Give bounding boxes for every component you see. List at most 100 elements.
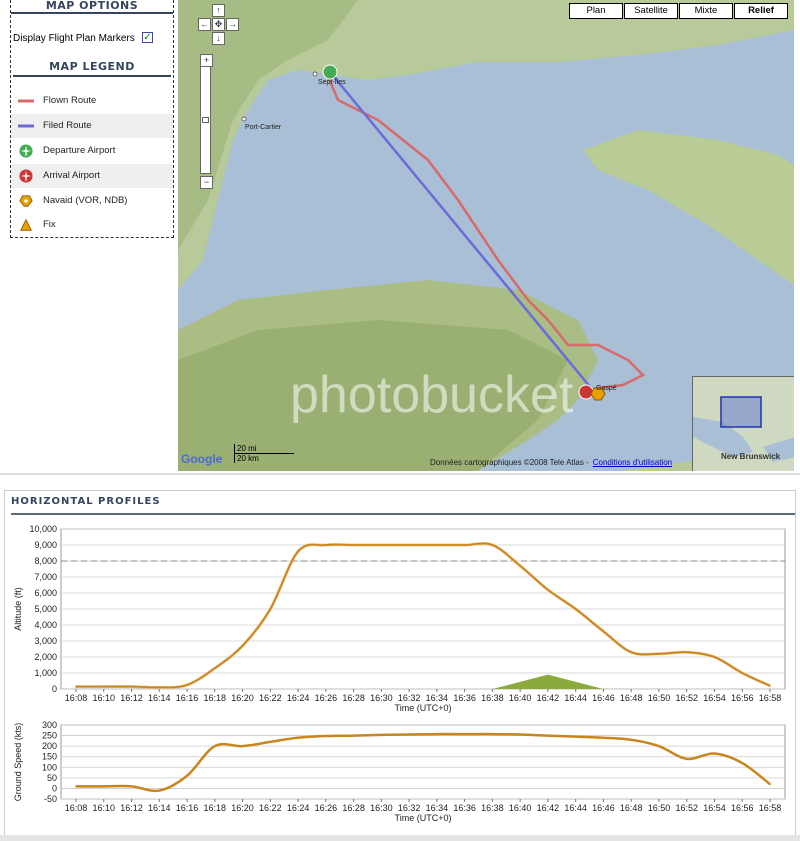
zoom-slider[interactable] <box>200 66 211 174</box>
y-axis-label: Ground Speed (kts) <box>13 723 23 802</box>
arrival-marker[interactable] <box>578 384 594 400</box>
zoom-slider-handle[interactable] <box>202 117 209 123</box>
navaid-icon <box>19 195 33 207</box>
x-tick-label: 16:42 <box>537 803 560 813</box>
data-point <box>658 653 660 655</box>
map-legend-title: MAP LEGEND <box>13 60 171 77</box>
scale-kilometers: 20 km <box>234 454 274 463</box>
data-point <box>630 739 632 741</box>
x-tick-label: 16:28 <box>342 693 365 703</box>
x-tick-label: 16:38 <box>481 803 504 813</box>
y-tick-label: 10,000 <box>29 524 57 534</box>
departure-marker[interactable] <box>322 64 338 80</box>
overview-map[interactable]: New Brunswick <box>692 376 794 471</box>
y-tick-label: 7,000 <box>34 572 57 582</box>
pan-control: ↑ ← ✥ → ↓ <box>198 4 242 48</box>
y-tick-label: 200 <box>42 741 57 751</box>
x-tick-label: 16:44 <box>564 803 587 813</box>
map-options-panel: MAP OPTIONS Display Flight Plan Markers … <box>10 0 174 238</box>
route-map[interactable]: Sept-Îles Port-Cartier Gaspé photobucket… <box>178 0 794 471</box>
map-options-title: MAP OPTIONS <box>11 0 173 14</box>
data-point <box>602 630 605 633</box>
x-tick-label: 16:32 <box>398 803 421 813</box>
data-point <box>547 589 549 591</box>
data-point <box>463 544 466 546</box>
legend-label: Flown Route <box>43 95 97 106</box>
legend-filed-route: Filed Route <box>11 114 173 138</box>
section-divider <box>0 473 800 475</box>
pan-left-icon[interactable]: ← <box>198 18 211 31</box>
data-point <box>491 733 494 735</box>
x-tick-label: 16:26 <box>315 693 338 703</box>
x-tick-label: 16:56 <box>731 693 754 703</box>
data-point <box>519 565 521 567</box>
data-point <box>685 758 688 760</box>
y-tick-label: 300 <box>42 720 57 730</box>
ground-speed-chart: -50050100150200250300 16:08 16:10 16:12 16:1… <box>13 720 786 823</box>
scale-miles: 20 mi <box>234 444 294 454</box>
data-point <box>519 733 521 736</box>
data-point <box>297 550 299 553</box>
x-tick-label: 16:38 <box>481 693 504 703</box>
data-point <box>186 774 188 777</box>
data-point <box>130 685 133 688</box>
overview-label: New Brunswick <box>721 452 781 461</box>
x-tick-label: 16:48 <box>620 803 643 813</box>
x-tick-label: 16:46 <box>592 693 615 703</box>
map-type-plan-button[interactable]: Plan <box>569 3 623 19</box>
flight-plan-markers-label: Display Flight Plan Markers <box>13 33 135 44</box>
overview-canvas: New Brunswick <box>693 396 794 462</box>
map-type-mixte-button[interactable]: Mixte <box>679 3 733 19</box>
x-tick-label: 16:12 <box>120 803 143 813</box>
legend-label: Departure Airport <box>43 145 116 156</box>
pan-center-icon[interactable]: ✥ <box>212 18 225 31</box>
terms-link[interactable]: Conditions d'utilisation <box>593 458 672 467</box>
data-point <box>352 734 355 737</box>
google-logo: Google <box>181 452 223 466</box>
data-point <box>130 785 133 788</box>
y-tick-label: 5,000 <box>34 604 57 614</box>
x-tick-label: 16:10 <box>92 693 115 703</box>
y-tick-label: 3,000 <box>34 636 57 646</box>
x-tick-label: 16:22 <box>259 803 282 813</box>
pan-down-icon[interactable]: ↓ <box>212 32 225 45</box>
x-tick-label: 16:50 <box>648 693 671 703</box>
legend-arrival-airport: Arrival Airport <box>11 164 173 188</box>
x-tick-label: 16:22 <box>259 693 282 703</box>
data-point <box>158 789 161 792</box>
data-point <box>491 544 494 546</box>
x-tick-label: 16:24 <box>287 693 310 703</box>
city-label: Sept-Îles <box>318 77 346 86</box>
x-tick-label: 16:14 <box>148 803 171 813</box>
data-point <box>602 736 605 739</box>
x-tick-label: 16:08 <box>65 803 88 813</box>
y-tick-label: 1,000 <box>34 668 57 678</box>
bottom-scrollbar[interactable] <box>0 835 800 841</box>
data-point <box>269 741 272 743</box>
x-tick-label: 16:16 <box>176 693 199 703</box>
red-line-icon <box>18 99 34 103</box>
data-point <box>713 656 716 658</box>
data-point <box>713 752 716 755</box>
zoom-out-icon[interactable]: − <box>200 176 213 189</box>
flight-plan-markers-checkbox[interactable]: ✓ <box>142 32 153 43</box>
y-tick-label: -50 <box>44 794 57 804</box>
y-tick-label: 6,000 <box>34 588 57 598</box>
map-type-satellite-button[interactable]: Satellite <box>624 3 678 19</box>
map-type-relief-button[interactable]: Relief <box>734 3 788 19</box>
data-point <box>741 672 744 674</box>
y-tick-label: 2,000 <box>34 652 57 662</box>
x-tick-label: 16:24 <box>287 803 310 813</box>
x-tick-label: 16:58 <box>759 803 782 813</box>
data-point <box>741 762 744 764</box>
data-point <box>186 684 188 686</box>
pan-right-icon[interactable]: → <box>226 18 239 31</box>
data-point <box>158 686 161 689</box>
legend-label: Navaid (VOR, NDB) <box>43 195 128 206</box>
pan-up-icon[interactable]: ↑ <box>212 4 225 17</box>
photobucket-watermark: photobucket <box>290 366 574 424</box>
data-point <box>102 685 105 688</box>
legend-fix: Fix <box>11 213 173 235</box>
x-tick-label: 16:40 <box>509 693 532 703</box>
x-tick-label: 16:36 <box>453 693 476 703</box>
